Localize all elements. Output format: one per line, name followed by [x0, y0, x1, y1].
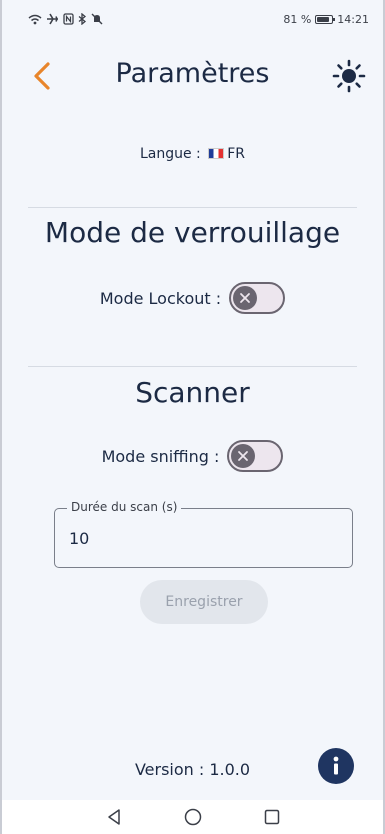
- divider: [28, 366, 357, 367]
- theme-toggle-button[interactable]: [329, 56, 369, 96]
- status-right: 81 % 14:21: [283, 13, 369, 26]
- toggle-knob: [233, 286, 258, 310]
- lockout-row: Mode Lockout :: [2, 282, 383, 314]
- header: Paramètres: [2, 52, 383, 102]
- save-button[interactable]: Enregistrer: [140, 580, 268, 624]
- lockout-toggle[interactable]: [229, 282, 286, 314]
- battery-icon: [315, 14, 336, 24]
- status-icons: [28, 13, 103, 25]
- bluetooth-icon: [78, 13, 87, 25]
- lock-section-title: Mode de verrouillage: [44, 216, 341, 249]
- sniffing-toggle[interactable]: [227, 440, 284, 472]
- language-code: FR: [227, 146, 246, 162]
- info-icon: [333, 756, 339, 775]
- wifi-icon: [28, 14, 42, 24]
- nav-back-button[interactable]: [102, 805, 126, 829]
- scan-duration-input[interactable]: [69, 525, 329, 551]
- close-icon: [238, 451, 249, 461]
- close-icon: [240, 293, 251, 303]
- scan-duration-label: Durée du scan (s): [67, 500, 182, 514]
- page-title: Paramètres: [115, 58, 270, 89]
- battery-text: 81 %: [283, 12, 312, 26]
- sun-icon: [332, 59, 366, 93]
- nfc-icon: [63, 13, 74, 25]
- divider: [28, 207, 357, 208]
- flag-fr-icon: [208, 148, 225, 159]
- clock: 14:21: [337, 12, 369, 26]
- recents-square-icon: [264, 809, 279, 825]
- info-button[interactable]: [318, 748, 354, 784]
- home-circle-icon: [184, 808, 201, 826]
- language-selector[interactable]: Langue : FR: [2, 146, 383, 162]
- airplane-icon: [47, 13, 58, 25]
- nav-recents-button[interactable]: [260, 805, 284, 829]
- system-nav-bar: [2, 800, 383, 834]
- sniffing-row: Mode sniffing :: [2, 440, 383, 472]
- settings-screen: 81 % 14:21 Paramètres Langue: FR Mode d…: [0, 0, 385, 834]
- status-bar: 81 % 14:21: [2, 0, 383, 38]
- toggle-knob: [231, 444, 256, 468]
- sniffing-label: Mode sniffing :: [101, 446, 220, 466]
- scanner-section-title: Scanner: [135, 376, 250, 409]
- scan-duration-field: Durée du scan (s): [54, 500, 353, 568]
- nav-home-button[interactable]: [181, 805, 205, 829]
- lockout-label: Mode Lockout :: [99, 288, 222, 308]
- mute-icon: [91, 13, 103, 25]
- language-label: Langue :: [139, 146, 201, 162]
- battery-fill: [317, 16, 329, 22]
- back-triangle-icon: [107, 809, 120, 825]
